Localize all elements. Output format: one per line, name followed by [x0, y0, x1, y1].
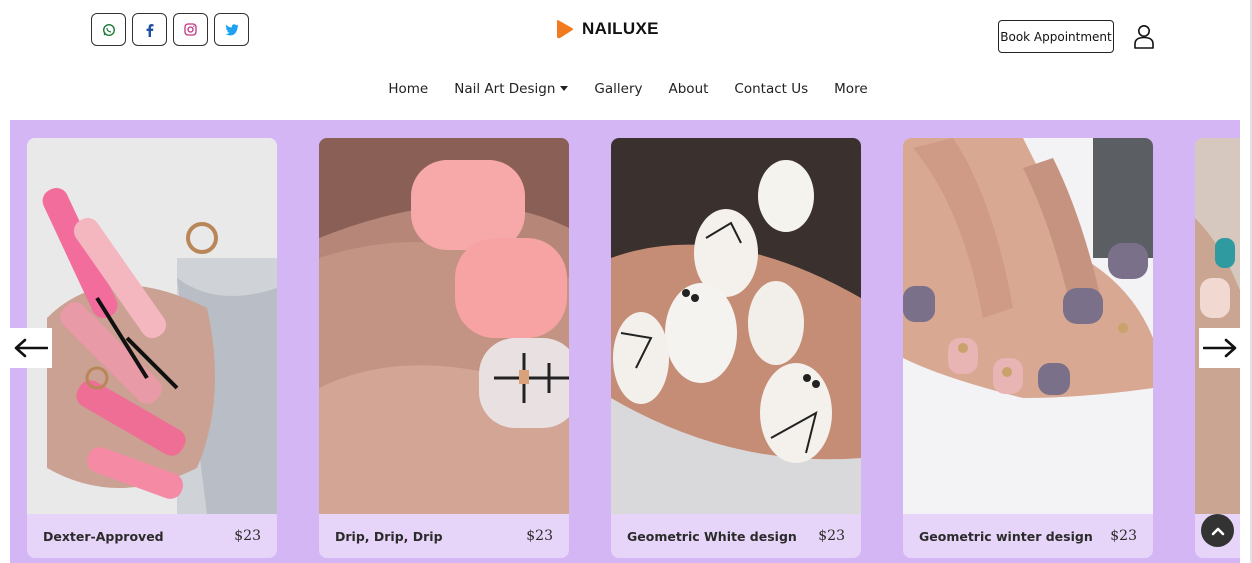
product-title: Drip, Drip, Drip [335, 528, 443, 544]
product-card[interactable]: Dexter-Approved $23 [27, 138, 277, 558]
facebook-icon [146, 23, 153, 37]
product-title: Geometric White design [627, 528, 797, 544]
back-to-top-button[interactable] [1201, 514, 1234, 547]
carousel-prev-button[interactable] [10, 328, 52, 368]
caret-down-icon [560, 85, 569, 91]
nav-more-label: More [834, 81, 868, 97]
brand-title: NAILUXE [582, 19, 659, 38]
nav-nail-art-design-label: Nail Art Design [454, 81, 556, 97]
product-price: $23 [234, 528, 261, 544]
twitter-button[interactable] [214, 13, 249, 46]
whatsapp-icon [102, 23, 115, 36]
product-image [27, 138, 277, 514]
product-card-footer: Geometric White design $23 [611, 514, 861, 558]
product-price: $23 [526, 528, 553, 544]
product-card[interactable]: Drip, Drip, Drip $23 [319, 138, 569, 558]
nav-gallery[interactable]: Gallery [594, 81, 642, 97]
logo-icon [557, 19, 573, 39]
product-price: $23 [1110, 528, 1137, 544]
carousel-next-button[interactable] [1199, 328, 1241, 368]
product-card[interactable]: Geometric White design $23 [611, 138, 861, 558]
social-links [91, 13, 249, 46]
instagram-button[interactable] [173, 13, 208, 46]
product-price: $23 [818, 528, 845, 544]
product-image [611, 138, 861, 514]
product-image [903, 138, 1153, 514]
nav-more[interactable]: More [834, 81, 867, 97]
product-card[interactable]: Geometric winter design $23 [903, 138, 1153, 558]
nav-about-label: About [668, 81, 709, 97]
nav-contact-us-label: Contact Us [734, 81, 809, 97]
product-card-footer: Dexter-Approved $23 [27, 514, 277, 558]
book-appointment-button[interactable]: Book Appointment [998, 20, 1114, 53]
whatsapp-button[interactable] [91, 13, 126, 46]
nav-home-label: Home [388, 81, 429, 97]
brand[interactable]: NAILUXE [556, 19, 659, 39]
user-icon[interactable] [1131, 23, 1157, 49]
nav-nail-art-design[interactable]: Nail Art Design [454, 81, 569, 97]
product-image [319, 138, 569, 514]
product-title: Dexter-Approved [43, 528, 164, 544]
nav-contact-us[interactable]: Contact Us [734, 81, 808, 97]
arrow-right-icon [1203, 338, 1237, 358]
twitter-icon [225, 23, 238, 35]
facebook-button[interactable] [132, 13, 167, 46]
product-carousel: Dexter-Approved $23 Drip, Drip, Drip $23 [10, 120, 1240, 563]
chevron-up-icon [1211, 527, 1224, 535]
nav-about[interactable]: About [669, 81, 709, 97]
nav-gallery-label: Gallery [594, 81, 643, 97]
product-image [1195, 138, 1240, 514]
arrow-left-icon [14, 338, 48, 358]
nav-home[interactable]: Home [388, 81, 428, 97]
instagram-icon [184, 23, 197, 36]
product-title: Geometric winter design [919, 528, 1093, 544]
product-card-footer: Geometric winter design $23 [903, 514, 1153, 558]
main-nav: Home Nail Art Design Gallery About Conta… [0, 81, 1252, 97]
product-card-footer: Drip, Drip, Drip $23 [319, 514, 569, 558]
